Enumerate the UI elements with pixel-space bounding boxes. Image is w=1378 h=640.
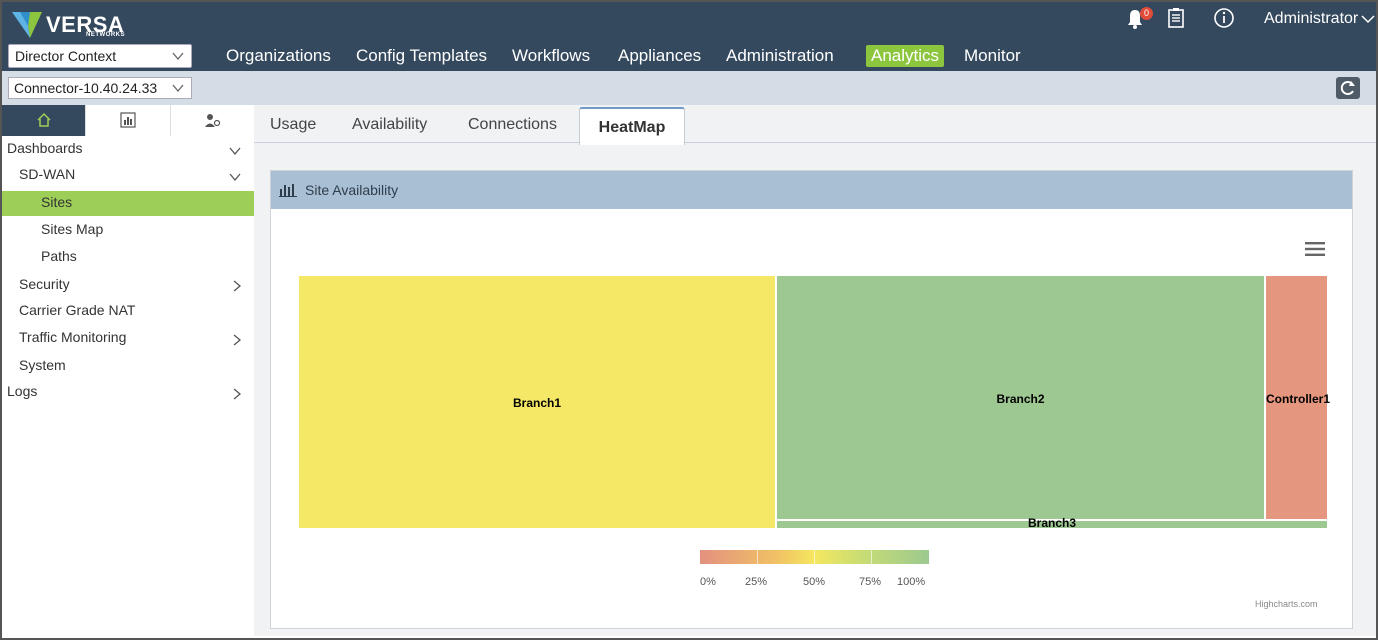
chart-credits[interactable]: Highcharts.com [1255,599,1318,609]
bar-chart-icon [279,184,297,197]
sidebar-nav: Dashboards SD-WAN Sites Sites Map Paths … [2,136,254,636]
sidebar-item-dashboards[interactable]: Dashboards [7,140,83,156]
legend-tick [757,550,758,564]
legend-tick [871,550,872,564]
tab-availability[interactable]: Availability [352,116,427,134]
versa-logo-icon [12,12,42,38]
site-availability-panel: Site Availability Branch1 Branch2 Contro… [270,170,1353,629]
sidebar-item-sites[interactable]: Sites [41,194,72,210]
sidebar-item-sites-map[interactable]: Sites Map [41,221,103,237]
cell-label: Branch3 [1027,516,1077,530]
chevron-right-icon[interactable] [230,387,244,401]
tab-heatmap-label: HeatMap [598,119,666,136]
heatmap-cell-branch1[interactable]: Branch1 [298,275,776,529]
legend-label: 25% [745,576,768,588]
heatmap-cell-branch2[interactable]: Branch2 [776,275,1265,520]
refresh-button[interactable] [1336,77,1360,99]
sidebar-item-carrier-grade-nat[interactable]: Carrier Grade NAT [19,302,135,318]
heatmap-cell-branch3[interactable]: Branch3 [776,516,1328,530]
user-settings-icon [205,114,221,127]
notification-badge: 0 [1140,7,1153,20]
sidebar-item-paths[interactable]: Paths [41,248,77,264]
sidebar-item-sd-wan[interactable]: SD-WAN [19,166,75,182]
dashboard-tabs: Usage Availability Connections HeatMap [254,105,1376,145]
sidebar-tab-charts[interactable] [85,105,170,136]
bar-chart-icon [120,112,136,128]
heatmap-treemap: Branch1 Branch2 Controller1 Branch3 [298,275,1331,530]
cell-label: Branch2 [996,392,1045,406]
legend-label: 100% [897,576,926,588]
brand-sub: NETWORKS [86,32,125,38]
legend-label: 0% [700,576,716,588]
sidebar-tab-user-settings[interactable] [169,105,254,136]
nav-config-templates[interactable]: Config Templates [356,46,487,66]
connector-select[interactable]: Connector-10.40.24.33 [8,77,192,99]
refresh-icon [1340,81,1355,95]
home-icon [37,112,51,127]
chevron-right-icon[interactable] [230,279,244,293]
sidebar-item-security[interactable]: Security [19,276,70,292]
info-icon[interactable] [1213,7,1235,29]
sidebar-item-traffic-monitoring[interactable]: Traffic Monitoring [19,329,126,345]
user-menu[interactable]: Administrator [1264,10,1358,28]
nav-workflows[interactable]: Workflows [512,46,590,66]
clipboard-icon[interactable] [1167,8,1185,28]
chevron-right-icon[interactable] [230,333,244,347]
chevron-down-icon[interactable] [228,144,242,158]
tab-heatmap[interactable]: HeatMap [579,107,685,145]
legend-label: 75% [859,576,882,588]
nav-appliances[interactable]: Appliances [618,46,701,66]
chevron-down-icon [172,52,184,61]
cell-label: Branch1 [512,396,562,410]
nav-administration[interactable]: Administration [726,46,834,66]
heatmap-cell-controller1[interactable]: Controller1 [1265,275,1331,520]
cell-label: Controller1 [1266,392,1331,406]
connector-select-value: Connector-10.40.24.33 [14,80,158,96]
sidebar-tabs [2,105,254,136]
context-select-value: Director Context [15,48,117,64]
chevron-down-icon[interactable] [228,170,242,184]
connector-bar: Connector-10.40.24.33 [2,71,1376,105]
versa-logo[interactable]: VERSA NETWORKS [10,8,130,42]
sidebar-item-system[interactable]: System [19,357,66,373]
legend-label: 50% [803,576,826,588]
hamburger-menu-icon[interactable] [1305,241,1325,257]
chevron-down-icon[interactable] [1361,13,1375,25]
chevron-down-icon [172,84,184,93]
top-bar: VERSA NETWORKS Director Context Organiza… [2,2,1376,71]
tab-connections[interactable]: Connections [468,116,557,134]
tab-usage[interactable]: Usage [270,116,316,134]
nav-organizations[interactable]: Organizations [226,46,331,66]
main-content: Usage Availability Connections HeatMap S… [254,105,1376,636]
sidebar-selected-highlight [2,191,254,216]
legend-tick [814,550,815,564]
context-select[interactable]: Director Context [8,44,192,68]
panel-header: Site Availability [271,171,1352,209]
sidebar-tab-home[interactable] [2,105,86,136]
nav-analytics[interactable]: Analytics [866,45,945,67]
nav-monitor[interactable]: Monitor [964,46,1021,66]
panel-title: Site Availability [305,182,399,198]
sidebar-item-logs[interactable]: Logs [7,383,37,399]
